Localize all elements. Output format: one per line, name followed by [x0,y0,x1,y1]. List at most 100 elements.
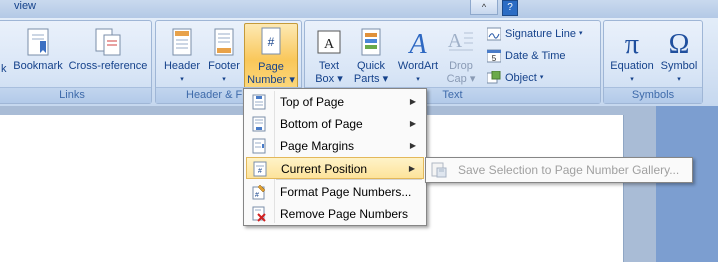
signature-line-button[interactable]: Signature Line ▾ [487,25,583,43]
equation-dropdown-icon: ▾ [630,76,634,83]
page-number-icon: # [261,27,281,55]
quick-parts-icon [361,28,381,56]
tab-view[interactable]: view [14,0,36,12]
menu-item-bottom-of-page[interactable]: Bottom of Page ▶ [246,113,424,135]
group-links: k Bookmark Cross-reference Links [0,20,152,104]
object-dropdown-icon: ▾ [539,74,544,82]
text-box-label-line1: Text [318,60,340,72]
symbol-button[interactable]: Ω Symbol ▾ [658,27,700,86]
header-label: Header [163,60,201,72]
menu-separator [276,179,422,180]
help-button[interactable]: ? [502,0,518,16]
quick-parts-button[interactable]: Quick Parts ▾ [351,27,391,86]
footer-dropdown-icon: ▾ [222,76,226,83]
omega-icon: Ω [669,29,690,57]
group-label-links: Links [0,87,151,103]
submenu-arrow-icon: ▶ [409,97,416,106]
menu-item-format-page-numbers[interactable]: # Format Page Numbers... [246,181,424,203]
page-number-menu: Top of Page ▶ Bottom of Page ▶ Page Marg… [243,88,427,226]
signature-line-label: Signature Line [505,28,576,40]
page-number-button[interactable]: # Page Number ▾ [244,23,298,91]
signature-line-dropdown-icon: ▾ [579,30,583,38]
svg-text:5: 5 [492,54,497,63]
top-of-page-icon [252,94,266,110]
bottom-of-page-icon [252,116,266,132]
minimize-ribbon-button[interactable]: ^ [470,0,498,15]
remove-page-numbers-icon [252,206,266,222]
cross-reference-label: Cross-reference [68,60,148,72]
menu-item-label: Current Position [281,162,368,176]
object-button[interactable]: Object ▾ [487,69,543,87]
footer-label: Footer [208,60,240,72]
text-box-label-line2: Box ▾ [315,73,343,85]
save-to-gallery-icon [431,162,447,178]
svg-text:A: A [324,37,335,52]
svg-text:#: # [268,35,275,49]
submenu-item-save-selection[interactable]: Save Selection to Page Number Gallery... [458,163,679,177]
equation-label: Equation [610,60,654,72]
submenu-arrow-icon: ▶ [408,164,415,173]
menu-item-label: Bottom of Page [280,117,363,131]
current-position-submenu: Save Selection to Page Number Gallery... [425,157,693,183]
quick-parts-label-line1: Quick [356,60,386,72]
bookmark-button[interactable]: Bookmark [11,27,65,73]
drop-cap-button[interactable]: A Drop Cap ▾ [443,27,479,86]
text-box-button[interactable]: A Text Box ▾ [311,27,347,86]
format-page-numbers-icon: # [252,184,266,200]
symbol-label: Symbol [660,60,698,72]
svg-text:A: A [448,30,463,52]
menu-item-current-position[interactable]: # Current Position ▶ [246,157,424,179]
cross-reference-button[interactable]: Cross-reference [67,27,149,73]
wordart-icon: A [407,29,427,57]
menu-item-remove-page-numbers[interactable]: Remove Page Numbers [246,203,424,225]
header-icon [172,28,192,56]
menu-item-label: Top of Page [280,95,345,109]
svg-text:A: A [407,29,427,57]
svg-text:π: π [625,29,639,57]
svg-text:#: # [258,168,262,175]
hyperlink-button-partial[interactable]: k [1,63,7,76]
right-panel-strip [656,106,718,262]
footer-button[interactable]: Footer ▾ [204,27,244,86]
wordart-label-line1: WordArt [397,60,439,72]
drop-cap-icon: A [448,30,473,52]
menu-item-top-of-page[interactable]: Top of Page ▶ [246,91,424,113]
current-position-icon: # [253,161,267,177]
wordart-button[interactable]: A WordArt ▾ [393,27,443,86]
calendar-icon: 5 [487,49,501,63]
menu-item-page-margins[interactable]: Page Margins ▶ [246,135,424,157]
page-number-label-line1: Page [258,61,284,73]
submenu-arrow-icon: ▶ [409,119,416,128]
header-button[interactable]: Header ▾ [160,27,204,86]
wordart-dropdown-icon: ▾ [416,76,420,83]
equation-button[interactable]: π Equation ▾ [606,27,658,86]
bookmark-label: Bookmark [13,60,63,72]
cross-reference-icon [95,28,121,56]
symbol-dropdown-icon: ▾ [677,76,681,83]
menu-item-label: Format Page Numbers... [280,185,412,199]
svg-text:#: # [255,192,259,199]
menu-item-label: Remove Page Numbers [280,207,409,221]
group-label-symbols: Symbols [604,87,702,103]
group-symbols: π Equation ▾ Ω Symbol ▾ Symbols [603,20,703,104]
signature-line-icon [487,27,501,41]
date-time-button[interactable]: 5 Date & Time [487,47,566,65]
footer-icon [214,28,234,56]
svg-text:Ω: Ω [669,29,690,57]
title-strip: view ^ ? [0,0,718,18]
pi-icon: π [625,29,639,57]
object-label: Object [505,72,537,84]
header-dropdown-icon: ▾ [180,76,184,83]
date-time-label: Date & Time [505,50,566,62]
drop-cap-label-line2: Cap ▾ [446,73,476,85]
object-icon [487,71,501,84]
text-box-icon: A [317,30,341,54]
submenu-arrow-icon: ▶ [409,141,416,150]
page-number-label-line2: Number ▾ [247,74,295,86]
quick-parts-label-line2: Parts ▾ [353,73,389,85]
bookmark-icon [27,28,49,56]
page-margins-icon [252,138,266,154]
menu-item-label: Page Margins [280,139,355,153]
document-margin [623,106,656,262]
drop-cap-label-line1: Drop [449,60,473,72]
